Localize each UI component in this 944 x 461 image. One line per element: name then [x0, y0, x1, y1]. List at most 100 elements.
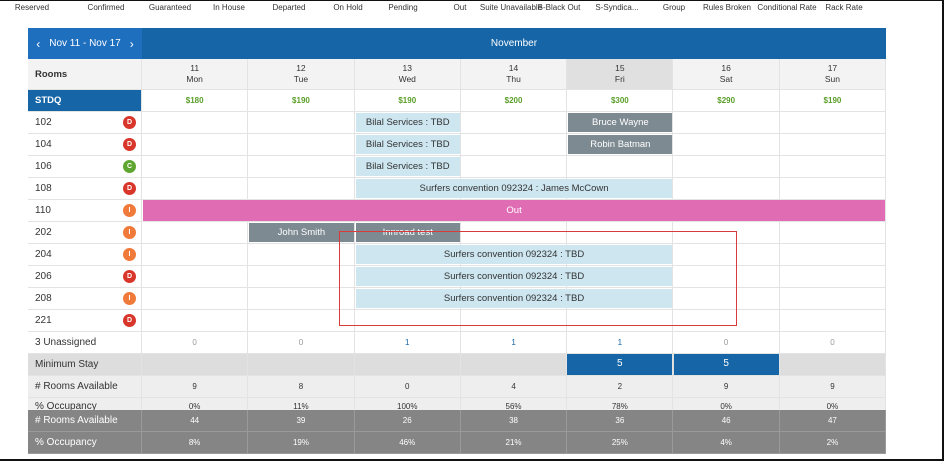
- reservation-block[interactable]: Robin Batman: [568, 135, 673, 154]
- day-cell[interactable]: [248, 156, 355, 177]
- rooms-available-cell: 9: [780, 376, 887, 397]
- totals-available-label: # Rooms Available: [28, 410, 142, 431]
- day-cell[interactable]: [461, 134, 568, 155]
- room-row: 102 D Bilal Services : TBD Bruce Wayne: [28, 112, 887, 134]
- day-cell[interactable]: [674, 244, 780, 265]
- rate-cell[interactable]: $190: [355, 90, 461, 111]
- day-cell[interactable]: [674, 156, 780, 177]
- date-header[interactable]: 13 Wed: [355, 59, 461, 89]
- reservation-block[interactable]: John Smith: [249, 223, 354, 242]
- rooms-available-cell: 9: [674, 376, 780, 397]
- day-cell[interactable]: [780, 156, 887, 177]
- reservation-block[interactable]: Surfers convention 092324 : TBD: [355, 289, 673, 308]
- day-cell[interactable]: [780, 244, 887, 265]
- rate-cell[interactable]: $200: [461, 90, 568, 111]
- day-cell[interactable]: [248, 134, 355, 155]
- day-cell[interactable]: [248, 178, 355, 199]
- date-header[interactable]: 12 Tue: [248, 59, 355, 89]
- day-cell[interactable]: [248, 288, 355, 309]
- day-cell[interactable]: [674, 266, 780, 287]
- date-header[interactable]: 16 Sat: [674, 59, 780, 89]
- day-cell[interactable]: [248, 310, 355, 331]
- totals-available-cell: 26: [355, 410, 461, 431]
- room-cell[interactable]: 110 I: [28, 200, 142, 221]
- reservation-block[interactable]: Bilal Services : TBD: [355, 135, 460, 154]
- room-cell[interactable]: 204 I: [28, 244, 142, 265]
- room-cell[interactable]: 221 D: [28, 310, 142, 331]
- day-cell[interactable]: [567, 310, 674, 331]
- day-cell[interactable]: [142, 112, 249, 133]
- day-cell[interactable]: [780, 310, 887, 331]
- reservation-block[interactable]: Bilal Services : TBD: [355, 157, 460, 176]
- date-header[interactable]: 17 Sun: [780, 59, 887, 89]
- day-cell[interactable]: [780, 134, 887, 155]
- day-cell[interactable]: [674, 310, 780, 331]
- rate-cell[interactable]: $300: [567, 90, 674, 111]
- chevron-left-icon[interactable]: ‹: [36, 37, 40, 51]
- day-cell[interactable]: [780, 222, 887, 243]
- day-cell[interactable]: [248, 112, 355, 133]
- day-cell[interactable]: [674, 178, 780, 199]
- day-cell[interactable]: [142, 244, 249, 265]
- reservation-block[interactable]: Bilal Services : TBD: [355, 113, 460, 132]
- date-header[interactable]: 11 Mon: [142, 59, 249, 89]
- room-cell[interactable]: 202 I: [28, 222, 142, 243]
- day-cell[interactable]: [780, 112, 887, 133]
- chevron-right-icon[interactable]: ›: [130, 37, 134, 51]
- rate-cell[interactable]: $290: [674, 90, 780, 111]
- totals-available-cell: 38: [461, 410, 568, 431]
- day-cell[interactable]: [248, 244, 355, 265]
- day-cell[interactable]: [142, 156, 249, 177]
- reservation-block[interactable]: Surfers convention 092324 : James McCown: [355, 179, 673, 198]
- day-of-week: Wed: [398, 74, 416, 84]
- reservation-block[interactable]: Surfers convention 092324 : TBD: [355, 267, 673, 286]
- rate-cell[interactable]: $190: [780, 90, 887, 111]
- room-number: 104: [35, 139, 52, 150]
- day-cell[interactable]: [461, 222, 568, 243]
- day-cell[interactable]: [780, 266, 887, 287]
- room-cell[interactable]: 102 D: [28, 112, 142, 133]
- day-cell[interactable]: [142, 222, 249, 243]
- room-type-label[interactable]: STDQ: [28, 90, 142, 111]
- room-cell[interactable]: 206 D: [28, 266, 142, 287]
- reservation-block[interactable]: Innroad test: [355, 223, 460, 242]
- day-cell[interactable]: [461, 310, 568, 331]
- day-cell[interactable]: [142, 134, 249, 155]
- day-cell[interactable]: [355, 310, 461, 331]
- day-cell[interactable]: [674, 134, 780, 155]
- date-header[interactable]: 15 Fri: [567, 59, 674, 89]
- rooms-available-cell: 2: [567, 376, 674, 397]
- day-cell[interactable]: [780, 178, 887, 199]
- totals-occupancy-label: % Occupancy: [28, 432, 142, 453]
- day-cell[interactable]: [674, 222, 780, 243]
- room-cell[interactable]: 104 D: [28, 134, 142, 155]
- day-cell[interactable]: [142, 266, 249, 287]
- totals-occupancy-cell: 21%: [461, 432, 568, 453]
- room-number: 206: [35, 271, 52, 282]
- day-cell[interactable]: [567, 156, 674, 177]
- unassigned-label[interactable]: 3 Unassigned: [28, 332, 142, 353]
- day-cell[interactable]: [142, 288, 249, 309]
- room-cell[interactable]: 106 C: [28, 156, 142, 177]
- day-cell[interactable]: [142, 178, 249, 199]
- room-row: 206 D Surfers convention 092324 : TBD: [28, 266, 887, 288]
- day-cell[interactable]: [142, 310, 249, 331]
- date-range-label[interactable]: Nov 11 - Nov 17: [49, 38, 121, 49]
- reservation-block[interactable]: Bruce Wayne: [568, 113, 673, 132]
- date-header[interactable]: 14 Thu: [461, 59, 568, 89]
- room-cell[interactable]: 108 D: [28, 178, 142, 199]
- day-cell[interactable]: [674, 112, 780, 133]
- reservation-block[interactable]: Surfers convention 092324 : TBD: [355, 245, 673, 264]
- minimum-stay-cell: [355, 354, 461, 375]
- day-cell[interactable]: [674, 288, 780, 309]
- rate-cell[interactable]: $180: [142, 90, 249, 111]
- totals-occupancy-cell: 8%: [142, 432, 249, 453]
- day-cell[interactable]: [461, 156, 568, 177]
- day-cell[interactable]: [461, 112, 568, 133]
- reservation-block[interactable]: Out: [143, 200, 886, 221]
- room-cell[interactable]: 208 I: [28, 288, 142, 309]
- rate-cell[interactable]: $190: [248, 90, 355, 111]
- day-cell[interactable]: [567, 222, 674, 243]
- day-cell[interactable]: [248, 266, 355, 287]
- day-cell[interactable]: [780, 288, 887, 309]
